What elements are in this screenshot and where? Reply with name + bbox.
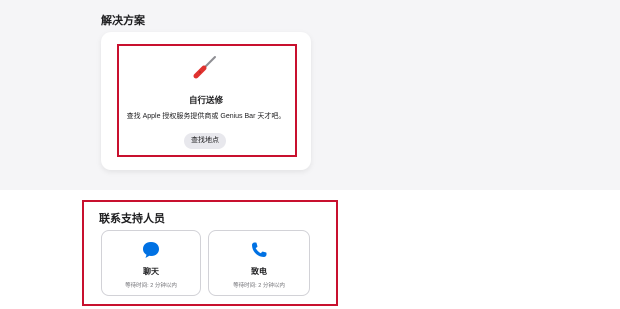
- tools-icon: [193, 56, 216, 79]
- chat-wait-time: 等待时间: 2 分钟以内: [125, 283, 177, 289]
- phone-icon: [252, 242, 267, 257]
- contact-section-title: 联系支持人员: [99, 213, 165, 225]
- card-heading: 自行送修: [188, 95, 223, 105]
- phone-wait-time: 等待时间: 2 分钟以内: [233, 283, 285, 289]
- card-description: 查找 Apple 授权服务提供商或 Genius Bar 天才吧。: [126, 113, 286, 120]
- chat-label: 聊天: [143, 267, 159, 276]
- solutions-section-title: 解决方案: [101, 15, 145, 27]
- chat-option-card[interactable]: 聊天 等待时间: 2 分钟以内: [101, 230, 201, 296]
- chat-bubble-icon: [143, 242, 159, 258]
- phone-option-card[interactable]: 致电 等待时间: 2 分钟以内: [208, 230, 310, 296]
- find-location-button[interactable]: 查找地点: [184, 133, 226, 149]
- phone-label: 致电: [251, 267, 267, 276]
